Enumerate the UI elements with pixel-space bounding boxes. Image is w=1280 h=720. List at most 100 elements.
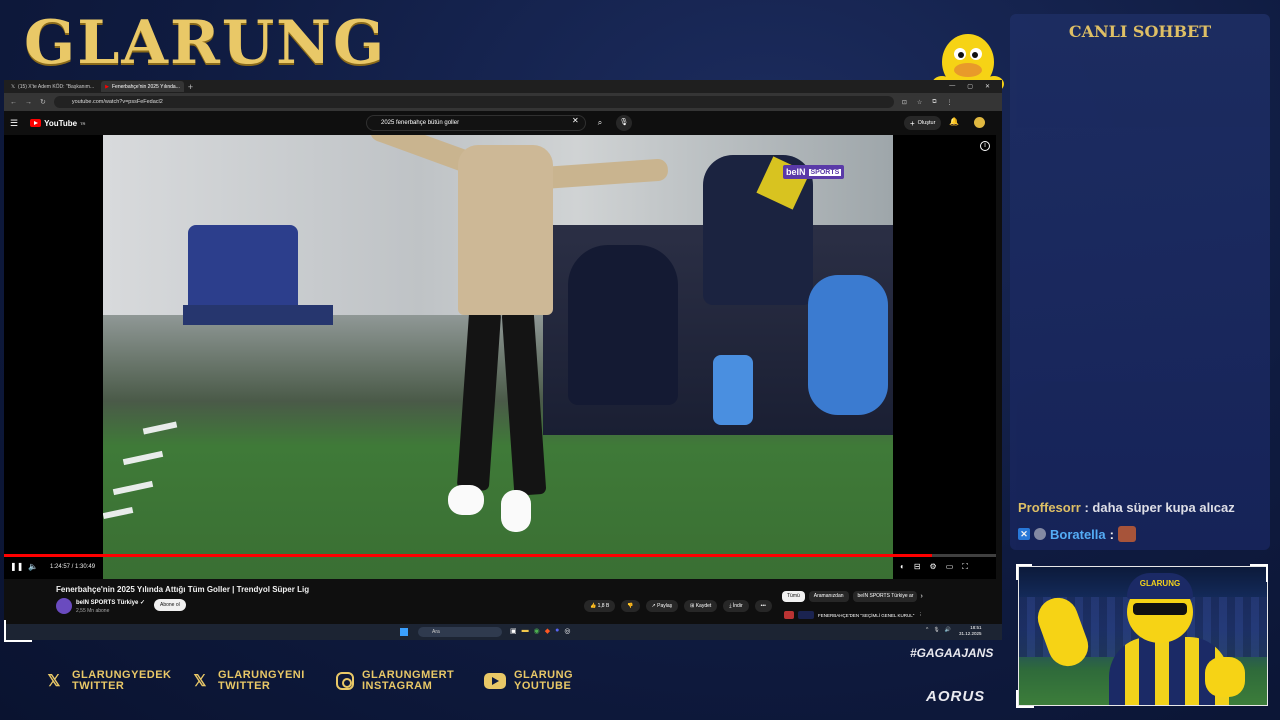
- info-icon[interactable]: i: [980, 141, 990, 151]
- subtitles-icon[interactable]: ⊟: [914, 562, 921, 572]
- search-icon[interactable]: ⌕: [589, 115, 611, 131]
- windows-start-icon[interactable]: [400, 628, 408, 636]
- channel-avatar[interactable]: [56, 598, 72, 614]
- address-bar: ← → ↻ youtube.com/watch?v=pssFeFedacl2 ⊡…: [4, 93, 1002, 111]
- settings-gear-icon[interactable]: ⚙: [930, 562, 937, 572]
- sponsor-logo: AORUS: [926, 688, 986, 705]
- chat-text: daha süper kupa alıcaz: [1092, 500, 1235, 515]
- search-input[interactable]: 2025 fenerbahçe bütün goller: [366, 115, 586, 131]
- back-icon[interactable]: ←: [10, 99, 17, 106]
- chip-channel[interactable]: beIN SPORTS Türkiye ar: [852, 591, 917, 602]
- minimize-icon[interactable]: —: [949, 83, 955, 90]
- theater-mode-icon[interactable]: ▭: [946, 562, 954, 572]
- hamburger-menu-icon[interactable]: ☰: [10, 118, 18, 129]
- taskbar-apps: ▣ ▬ ◉ ◆ ● ◎: [510, 627, 570, 635]
- video-player[interactable]: beIN SPORTS i ❚❚ 🔈 1:24:57 / 1:30:49 ◐ ⊟…: [4, 135, 996, 579]
- download-button[interactable]: ⤓ İndir: [723, 600, 749, 612]
- more-actions-button[interactable]: •••: [754, 600, 772, 612]
- browser-tab-x[interactable]: 𝕏 (15) X'te Adem KÖD: "Başkanım...: [7, 81, 98, 92]
- obs-icon[interactable]: ◎: [564, 627, 570, 635]
- rec-thumbnail: [798, 611, 814, 619]
- chrome-icon[interactable]: ◉: [534, 627, 540, 635]
- browser-extensions: ⊡ ☆ ⧉ ⋮: [902, 99, 953, 106]
- social-youtube[interactable]: GLARUNG YOUTUBE: [484, 670, 573, 692]
- chip-all[interactable]: Tümü: [782, 591, 805, 602]
- discord-icon[interactable]: ●: [555, 627, 559, 635]
- create-button[interactable]: + Oluştur: [904, 116, 942, 130]
- mic-tray-icon[interactable]: 🎙: [933, 627, 939, 633]
- extensions-icon[interactable]: ⧉: [932, 99, 936, 106]
- tab-label: (15) X'te Adem KÖD: "Başkanım...: [18, 83, 95, 90]
- recommendation-chips: Tümü Aramanızdan beIN SPORTS Türkiye ar …: [782, 591, 923, 602]
- frame-corner: [1016, 690, 1034, 708]
- share-button[interactable]: ↗ Paylaş: [645, 600, 679, 612]
- chip-from-search[interactable]: Aramanızdan: [808, 591, 849, 602]
- autoplay-toggle-icon[interactable]: ◐: [900, 562, 905, 572]
- youtube-logo[interactable]: YouTube TR: [30, 119, 85, 128]
- video-info: Fenerbahçe'nin 2025 Yılında Attığı Tüm G…: [4, 579, 996, 624]
- youtube-favicon-icon: ▶: [105, 83, 109, 90]
- chat-separator: :: [1080, 500, 1093, 515]
- forward-icon[interactable]: →: [25, 99, 32, 106]
- progress-bar[interactable]: [4, 554, 996, 557]
- x-icon: 𝕏: [193, 673, 207, 690]
- x-icon: 𝕏: [47, 673, 61, 690]
- broadcaster-logo: beIN SPORTS: [783, 165, 845, 179]
- browser-tab-youtube[interactable]: ▶ Fenerbahçe'nin 2025 Yılında...: [101, 81, 184, 92]
- task-view-icon[interactable]: ▣: [510, 627, 517, 635]
- social-platform: TWITTER: [218, 680, 271, 692]
- taskbar-search[interactable]: Ara: [418, 627, 502, 637]
- menu-dots-icon[interactable]: ⋮: [947, 99, 953, 106]
- bein-sports-text: SPORTS: [808, 168, 842, 176]
- x-icon: 𝕏: [11, 83, 16, 90]
- subscribe-button[interactable]: Abone ol: [154, 599, 186, 611]
- install-icon[interactable]: ⊡: [902, 99, 907, 106]
- file-explorer-icon[interactable]: ▬: [522, 627, 529, 635]
- microphone-icon[interactable]: 🎙: [616, 115, 632, 131]
- social-platform: YOUTUBE: [514, 680, 572, 692]
- gear-badge-icon: [1034, 528, 1046, 540]
- save-button[interactable]: ⊞ Kaydet: [684, 600, 718, 612]
- avatar[interactable]: [974, 117, 985, 128]
- clear-search-icon[interactable]: ✕: [572, 116, 579, 125]
- bein-logo-text: beIN: [786, 167, 806, 177]
- pause-icon[interactable]: ❚❚: [10, 562, 23, 571]
- chat-username: Proffesorr: [1018, 500, 1081, 515]
- chat-title: CANLI SOHBET: [1068, 22, 1212, 41]
- url-input[interactable]: youtube.com/watch?v=pssFeFedacl2: [53, 96, 894, 108]
- channel-name[interactable]: beIN SPORTS Türkiye ✓: [76, 599, 145, 606]
- video-frame: beIN SPORTS: [103, 135, 893, 579]
- sunglasses: [1133, 603, 1187, 615]
- window-controls: — ▢ ✕: [949, 83, 1002, 90]
- social-instagram[interactable]: GLARUNGMERT INSTAGRAM: [336, 670, 454, 692]
- notifications-bell-icon[interactable]: 🔔: [949, 117, 959, 126]
- dislike-button[interactable]: 👎: [621, 600, 640, 612]
- recommended-video[interactable]: FENERBAHÇE'DEN "SEÇİMLİ GENEL KURUL" ⋮: [784, 611, 923, 619]
- youtube-icon: [484, 673, 506, 689]
- time-display: 1:24:57 / 1:30:49: [50, 564, 96, 570]
- like-button[interactable]: 👍 1,8 B: [584, 600, 616, 612]
- brave-icon[interactable]: ◆: [545, 627, 550, 635]
- x-badge-icon: ✕: [1018, 528, 1030, 540]
- create-label: Oluştur: [917, 120, 936, 126]
- close-icon[interactable]: ✕: [985, 83, 990, 90]
- volume-icon[interactable]: 🔈: [28, 562, 38, 571]
- fullscreen-icon[interactable]: ⛶: [962, 562, 968, 572]
- maximize-icon[interactable]: ▢: [967, 83, 973, 90]
- taskbar-clock[interactable]: 18:51 31.12.2025: [959, 625, 982, 637]
- chevron-right-icon[interactable]: ›: [921, 591, 923, 602]
- reload-icon[interactable]: ↻: [40, 98, 46, 106]
- instagram-icon: [336, 672, 354, 690]
- menu-dots-icon[interactable]: ⋮: [918, 612, 923, 618]
- social-platform: TWITTER: [72, 680, 125, 692]
- new-tab-button[interactable]: +: [188, 82, 193, 92]
- social-twitter-1[interactable]: 𝕏 GLARUNGYEDEK TWITTER: [44, 670, 172, 692]
- tab-label: Fenerbahçe'nin 2025 Yılında...: [111, 83, 180, 90]
- chevron-up-icon[interactable]: ^: [926, 627, 928, 633]
- volume-tray-icon[interactable]: 🔊: [945, 627, 951, 633]
- channel-subscribers: 2,55 Mn abone: [76, 608, 110, 614]
- chat-username: Boratella: [1050, 526, 1106, 542]
- social-twitter-2[interactable]: 𝕏 GLARUNGYENI TWITTER: [190, 670, 305, 692]
- bookmark-star-icon[interactable]: ☆: [917, 99, 922, 106]
- player-controls-right: ◐ ⊟ ⚙ ▭ ⛶: [900, 562, 968, 572]
